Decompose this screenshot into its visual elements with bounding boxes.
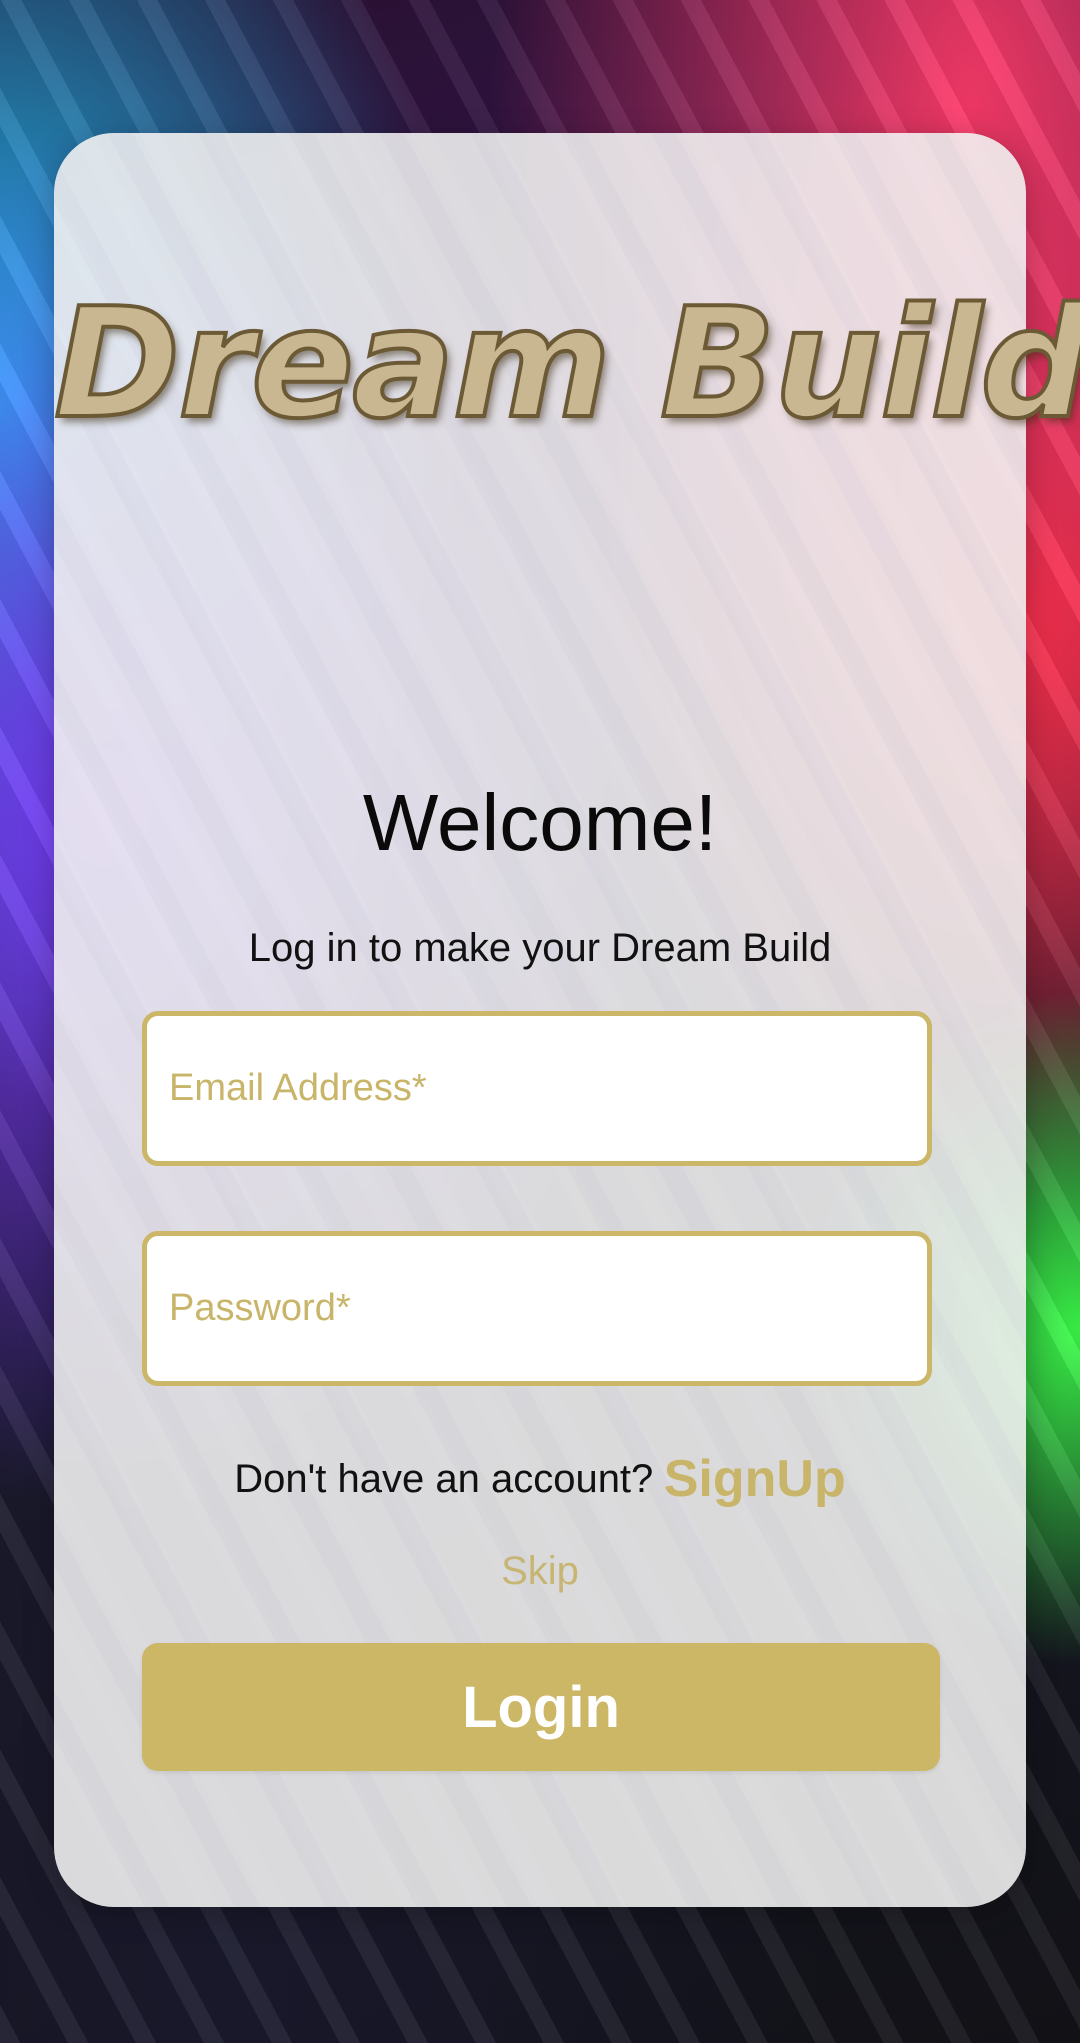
password-input[interactable] [142, 1231, 932, 1386]
login-button[interactable]: Login [142, 1643, 940, 1771]
signup-row: Don't have an account? SignUp [54, 1453, 1026, 1505]
signup-link[interactable]: SignUp [664, 1450, 846, 1508]
login-card: Dream Build Welcome! Log in to make your… [52, 133, 1080, 1907]
login-screen: Dream Build Welcome! Log in to make your… [0, 0, 1080, 2043]
login-subtitle: Log in to make your Dream Build [248, 926, 832, 970]
signup-prompt: Don't have an account? [234, 1457, 654, 1501]
welcome-heading: Welcome! [362, 778, 718, 867]
dream-build-logo: Dream Build [52, 275, 1080, 452]
skip-link[interactable]: Skip [54, 1551, 1026, 1591]
email-input[interactable] [142, 1011, 932, 1166]
